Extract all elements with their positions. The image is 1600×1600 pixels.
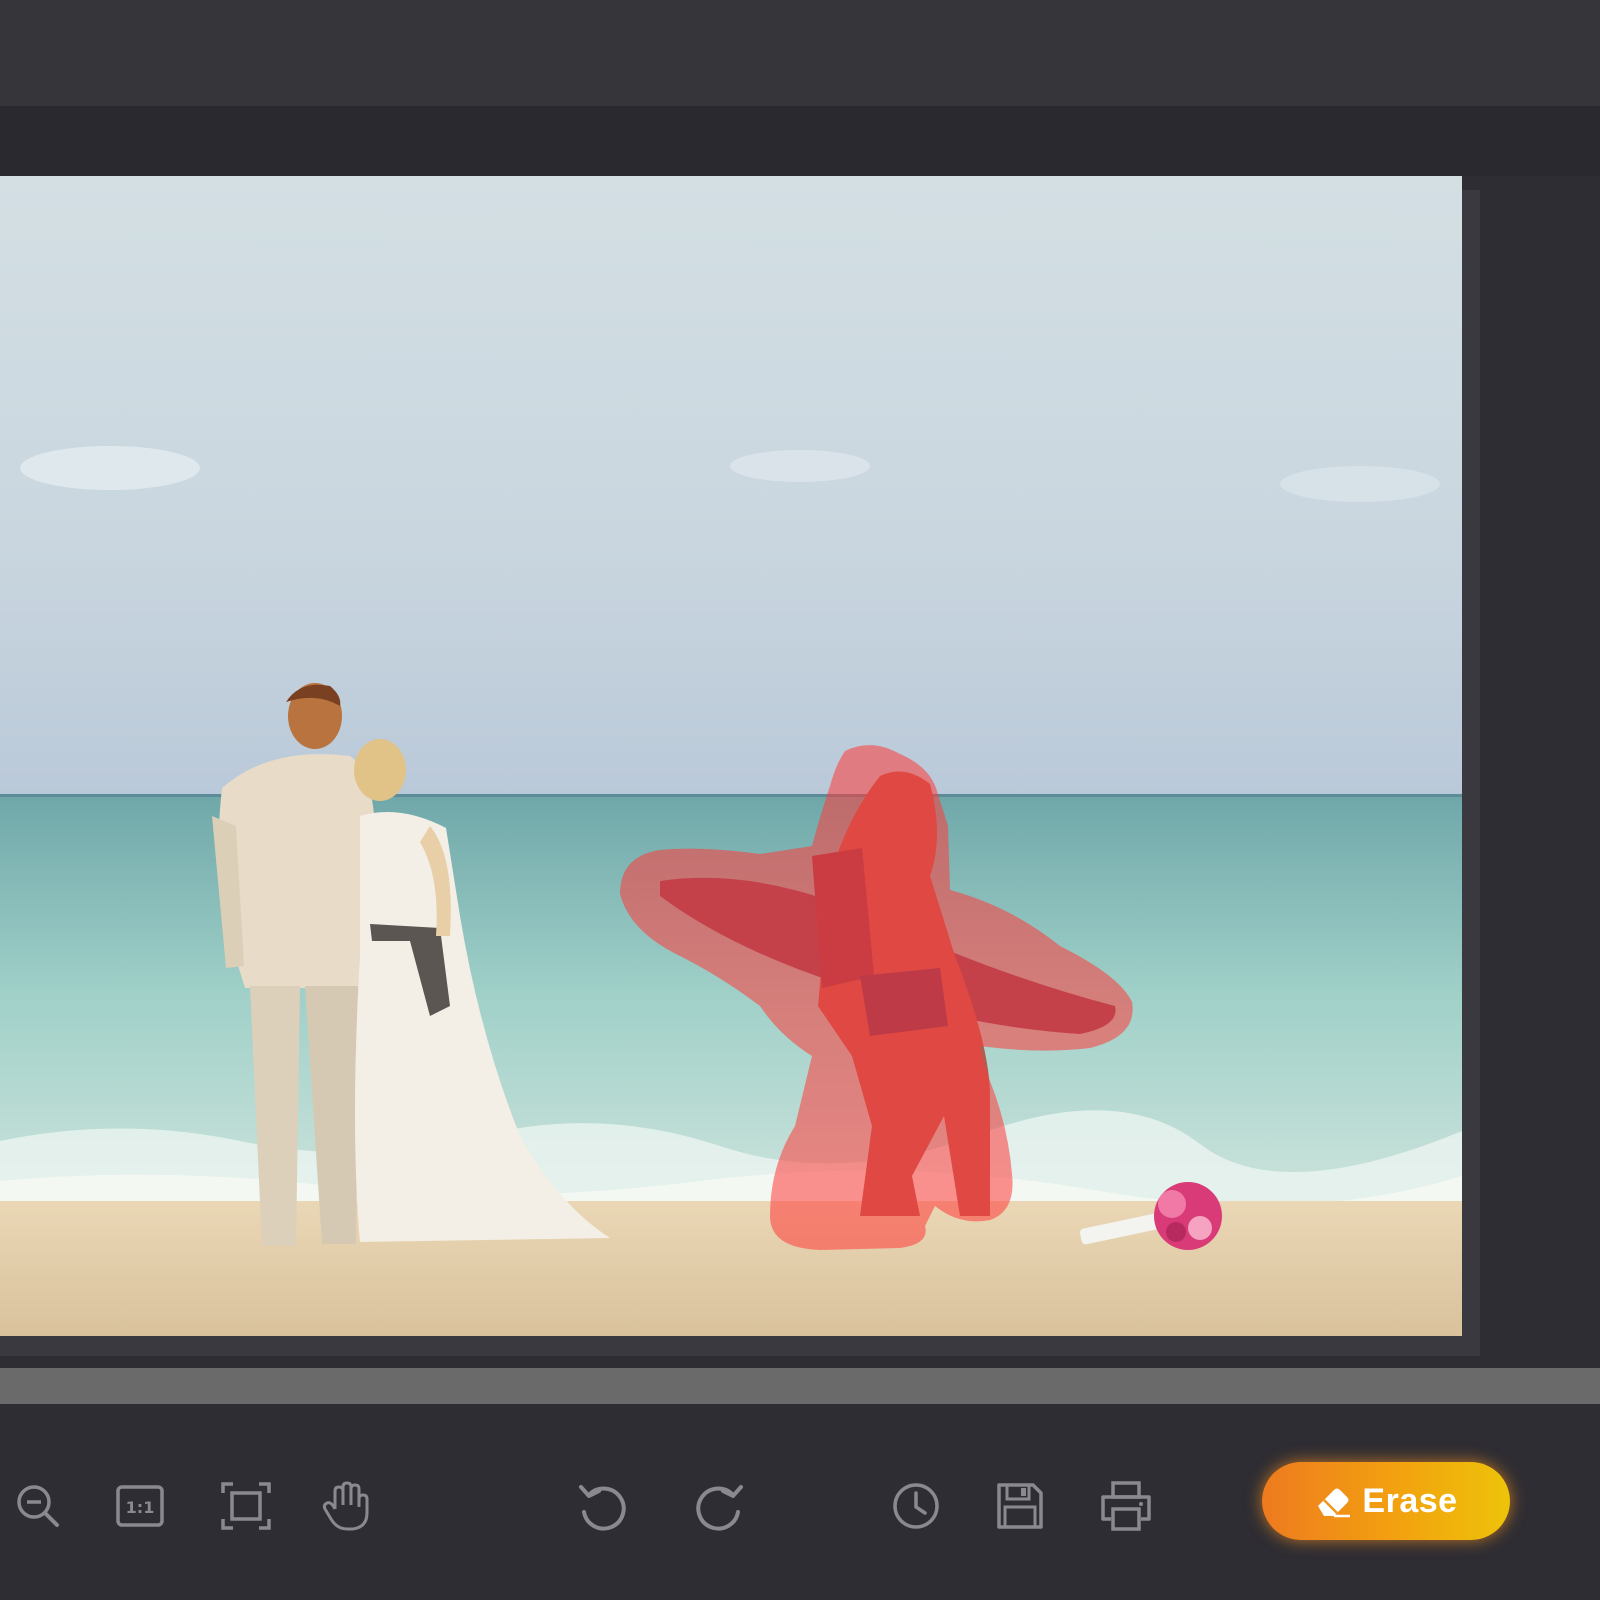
workspace-header-band: [0, 106, 1600, 176]
hand-pan-icon: [322, 1481, 369, 1531]
zoom-out-icon: [17, 1485, 59, 1527]
eraser-icon: [1318, 1488, 1351, 1518]
undo-button[interactable]: [572, 1476, 632, 1536]
redo-icon: [696, 1485, 743, 1531]
top-bar: [0, 0, 1600, 106]
actual-size-button[interactable]: 1:1: [110, 1476, 170, 1536]
save-button[interactable]: [990, 1476, 1050, 1536]
erase-button[interactable]: Erase: [1262, 1462, 1510, 1540]
actual-size-label: 1:1: [126, 1498, 155, 1517]
image-canvas[interactable]: [0, 176, 1462, 1336]
fit-to-screen-button[interactable]: [216, 1476, 276, 1536]
zoom-out-button[interactable]: [8, 1476, 68, 1536]
horizontal-scrollbar[interactable]: [0, 1368, 1600, 1404]
print-icon: [1101, 1481, 1151, 1531]
fit-to-screen-icon: [221, 1482, 271, 1530]
history-icon: [893, 1483, 939, 1529]
print-button[interactable]: [1096, 1476, 1156, 1536]
undo-icon: [579, 1485, 626, 1531]
history-button[interactable]: [886, 1476, 946, 1536]
save-icon: [997, 1483, 1043, 1529]
erase-button-label: Erase: [1362, 1481, 1458, 1520]
hand-pan-button[interactable]: [316, 1476, 376, 1536]
redo-button[interactable]: [690, 1476, 750, 1536]
actual-size-icon: 1:1: [116, 1485, 164, 1527]
beach-photo: [0, 176, 1462, 1336]
